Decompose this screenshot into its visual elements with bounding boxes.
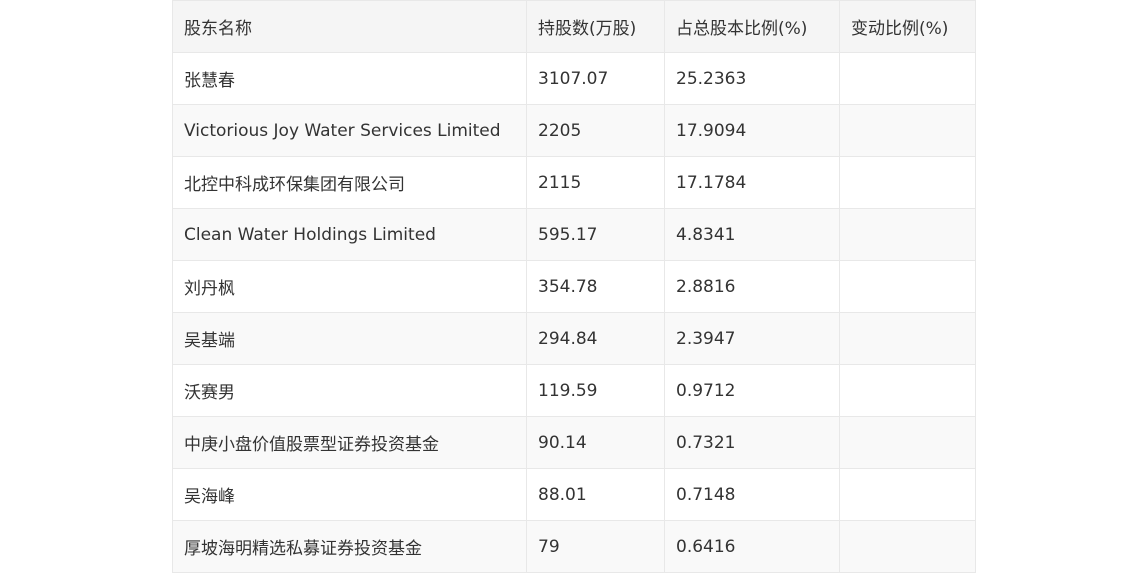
cell-shares-held: 119.59 [526, 364, 665, 417]
cell-change-ratio [839, 520, 976, 573]
cell-change-ratio [839, 468, 976, 521]
cell-shareholder-name: 北控中科成环保集团有限公司 [172, 156, 527, 209]
cell-shareholder-name: 中庚小盘价值股票型证券投资基金 [172, 416, 527, 469]
table-row: 吴基端 294.84 2.3947 [172, 312, 976, 365]
cell-change-ratio [839, 416, 976, 469]
cell-shareholder-name: Victorious Joy Water Services Limited [172, 104, 527, 157]
table-row: 沃赛男 119.59 0.9712 [172, 364, 976, 417]
cell-change-ratio [839, 52, 976, 105]
cell-shareholder-name: 吴基端 [172, 312, 527, 365]
cell-share-ratio: 17.1784 [664, 156, 840, 209]
cell-change-ratio [839, 260, 976, 313]
cell-share-ratio: 2.3947 [664, 312, 840, 365]
cell-share-ratio: 4.8341 [664, 208, 840, 261]
table-row: 北控中科成环保集团有限公司 2115 17.1784 [172, 156, 976, 209]
table-row: Clean Water Holdings Limited 595.17 4.83… [172, 208, 976, 261]
cell-shares-held: 79 [526, 520, 665, 573]
cell-share-ratio: 0.7148 [664, 468, 840, 521]
cell-share-ratio: 25.2363 [664, 52, 840, 105]
header-shareholder-name: 股东名称 [172, 0, 527, 53]
shareholder-table-container: 股东名称 持股数(万股) 占总股本比例(%) 变动比例(%) 张慧春 3107.… [172, 0, 976, 573]
header-share-ratio: 占总股本比例(%) [664, 0, 840, 53]
cell-share-ratio: 17.9094 [664, 104, 840, 157]
cell-shareholder-name: 沃赛男 [172, 364, 527, 417]
cell-change-ratio [839, 364, 976, 417]
cell-shareholder-name: 厚坡海明精选私募证券投资基金 [172, 520, 527, 573]
cell-share-ratio: 0.7321 [664, 416, 840, 469]
table-row: 刘丹枫 354.78 2.8816 [172, 260, 976, 313]
cell-change-ratio [839, 312, 976, 365]
cell-share-ratio: 2.8816 [664, 260, 840, 313]
table-row: 中庚小盘价值股票型证券投资基金 90.14 0.7321 [172, 416, 976, 469]
cell-shareholder-name: Clean Water Holdings Limited [172, 208, 527, 261]
cell-shareholder-name: 张慧春 [172, 52, 527, 105]
cell-shares-held: 90.14 [526, 416, 665, 469]
cell-change-ratio [839, 104, 976, 157]
cell-shares-held: 2205 [526, 104, 665, 157]
table-row: 张慧春 3107.07 25.2363 [172, 52, 976, 105]
cell-shareholder-name: 吴海峰 [172, 468, 527, 521]
cell-shares-held: 2115 [526, 156, 665, 209]
cell-share-ratio: 0.9712 [664, 364, 840, 417]
header-change-ratio: 变动比例(%) [839, 0, 976, 53]
table-row: Victorious Joy Water Services Limited 22… [172, 104, 976, 157]
cell-share-ratio: 0.6416 [664, 520, 840, 573]
cell-change-ratio [839, 208, 976, 261]
cell-shares-held: 3107.07 [526, 52, 665, 105]
cell-shares-held: 354.78 [526, 260, 665, 313]
cell-shares-held: 595.17 [526, 208, 665, 261]
cell-shares-held: 88.01 [526, 468, 665, 521]
shareholder-table: 股东名称 持股数(万股) 占总股本比例(%) 变动比例(%) 张慧春 3107.… [172, 0, 976, 573]
table-row: 吴海峰 88.01 0.7148 [172, 468, 976, 521]
cell-shares-held: 294.84 [526, 312, 665, 365]
header-shares-held: 持股数(万股) [526, 0, 665, 53]
table-header-row: 股东名称 持股数(万股) 占总股本比例(%) 变动比例(%) [172, 0, 976, 53]
table-row: 厚坡海明精选私募证券投资基金 79 0.6416 [172, 520, 976, 573]
cell-change-ratio [839, 156, 976, 209]
cell-shareholder-name: 刘丹枫 [172, 260, 527, 313]
